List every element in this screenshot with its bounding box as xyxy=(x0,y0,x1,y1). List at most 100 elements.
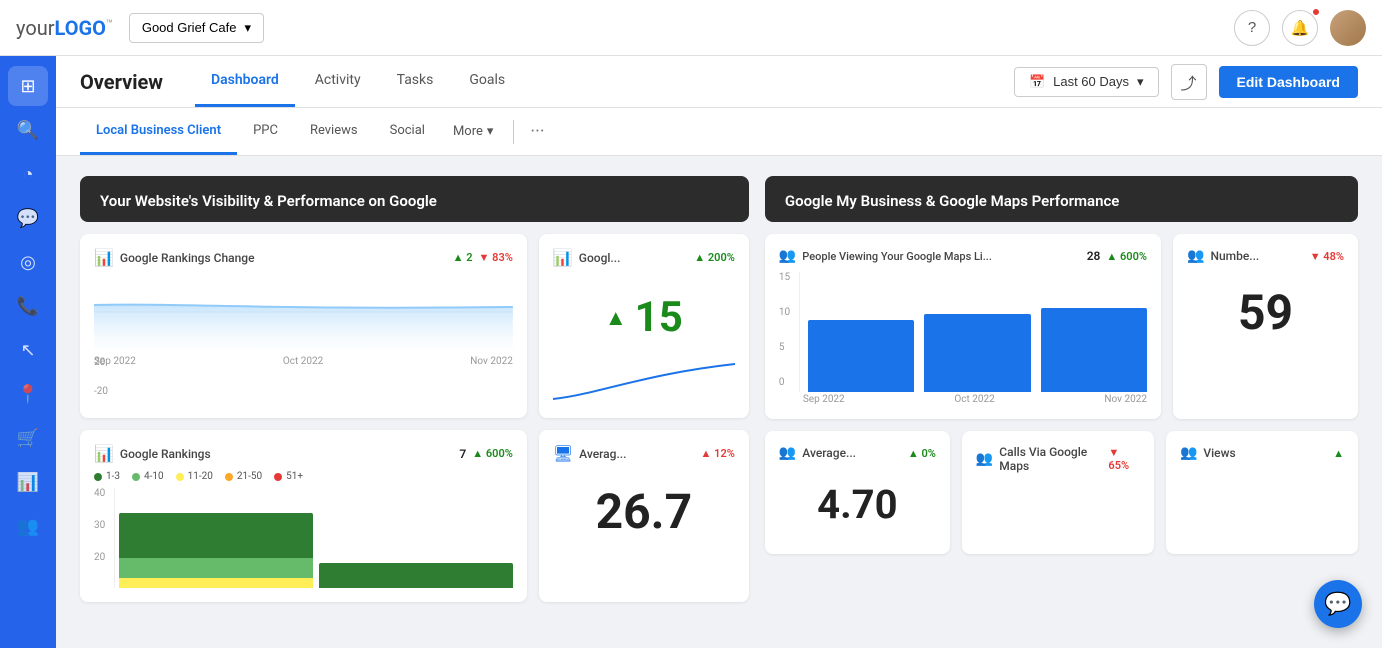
tert-tab-ppc[interactable]: PPC xyxy=(237,108,294,155)
up-arrow-icon: ▲ xyxy=(605,305,627,331)
card-header-pv: 👥 People Viewing Your Google Maps Li... … xyxy=(779,248,1147,264)
left-section-header: Your Website's Visibility & Performance … xyxy=(80,176,749,222)
bar-dark-green xyxy=(119,513,313,558)
share-button[interactable]: ⤴ xyxy=(1171,64,1207,100)
sidebar-item-cursor[interactable]: ↖ xyxy=(8,330,48,370)
card-title-row-calls: 👥 Calls Via Google Maps xyxy=(976,445,1109,473)
edit-dashboard-button[interactable]: Edit Dashboard xyxy=(1219,66,1358,98)
pv-number: 28 xyxy=(1087,249,1101,263)
secondary-nav-tabs: Dashboard Activity Tasks Goals xyxy=(195,56,1014,107)
tert-tab-reviews[interactable]: Reviews xyxy=(294,108,374,155)
date-filter-arrow: ▾ xyxy=(1137,74,1144,90)
sidebar-item-chart[interactable]: ◔ xyxy=(8,154,48,194)
more-arrow-icon: ▾ xyxy=(487,124,494,139)
card-header-2: 📊 Googl... ▲ 200% xyxy=(553,248,735,267)
card-title-row-avg: 👥 Average... xyxy=(779,445,856,461)
tab-dashboard[interactable]: Dashboard xyxy=(195,56,295,107)
badge-up-3: ▲ 600% xyxy=(472,447,513,460)
business-dropdown[interactable]: Good Grief Cafe ▾ xyxy=(129,13,264,43)
tert-tab-local[interactable]: Local Business Client xyxy=(80,108,237,155)
line-chart: Sep 2022 Oct 2022 Nov 2022 xyxy=(94,275,513,355)
nav-icons: ? 🔔 xyxy=(1234,10,1366,46)
date-filter-label: Last 60 Days xyxy=(1053,74,1129,89)
people-icon-5: 👥 xyxy=(1180,445,1197,461)
sidebar-item-cart[interactable]: 🛒 xyxy=(8,418,48,458)
card-header: 📊 Google Rankings Change ▲ 2 ▼ 83% xyxy=(94,248,513,267)
sidebar-item-location[interactable]: 📍 xyxy=(8,374,48,414)
sidebar: ⊞ 🔍 ◔ 💬 ◎ 📞 ↖ 📍 🛒 📊 👥 xyxy=(0,56,56,648)
secondary-nav-right: 📅 Last 60 Days ▾ ⤴ Edit Dashboard xyxy=(1014,64,1358,100)
legend-dot-51plus xyxy=(274,473,282,481)
line-chart-simple xyxy=(553,354,735,404)
top-nav: yourLOGO™ Good Grief Cafe ▾ ? 🔔 xyxy=(0,0,1382,56)
legend-dot-21-50 xyxy=(225,473,233,481)
card-calls: 👥 Calls Via Google Maps ▼ 65% xyxy=(962,431,1154,554)
right-top-row: 👥 People Viewing Your Google Maps Li... … xyxy=(765,234,1358,419)
bar-chart-icon-2: 📊 xyxy=(553,248,573,267)
tab-goals[interactable]: Goals xyxy=(453,56,521,107)
bar-chart-container: 40 30 20 xyxy=(94,488,513,588)
chat-bubble-button[interactable]: 💬 xyxy=(1314,580,1362,628)
card-views: 👥 Views ▲ xyxy=(1166,431,1358,554)
people-icon-4: 👥 xyxy=(976,451,993,467)
card-title-row-2: 📊 Googl... xyxy=(553,248,621,267)
card-google-2: 📊 Googl... ▲ 200% ▲ 15 xyxy=(539,234,749,418)
badge-up: ▲ 2 xyxy=(453,251,473,264)
card-average-right: 👥 Average... ▲ 0% 4.70 xyxy=(765,431,950,554)
notifications-wrapper: 🔔 xyxy=(1282,10,1318,46)
badges-row: ▲ 2 ▼ 83% xyxy=(453,251,513,264)
card-title-row: 📊 Google Rankings Change xyxy=(94,248,255,267)
sidebar-item-phone[interactable]: 📞 xyxy=(8,286,48,326)
card-value: 15 xyxy=(635,285,683,350)
big-number-value: 26.7 xyxy=(553,471,735,552)
bar-group-2 xyxy=(319,488,513,588)
legend-1-3: 1-3 xyxy=(94,471,120,482)
tab-activity[interactable]: Activity xyxy=(299,56,377,107)
legend-11-20: 11-20 xyxy=(176,471,213,482)
secondary-nav: Overview Dashboard Activity Tasks Goals … xyxy=(56,56,1382,108)
left-section-cards: 📊 Google Rankings Change ▲ 2 ▼ 83% xyxy=(80,234,749,602)
share-icon: ⤴ xyxy=(1181,70,1197,94)
badges-row-3: 7 ▲ 600% xyxy=(459,447,512,461)
sidebar-item-comment[interactable]: 💬 xyxy=(8,198,48,238)
legend-dot-11-20 xyxy=(176,473,184,481)
bell-icon: 🔔 xyxy=(1291,19,1310,37)
blue-bar-3 xyxy=(1041,308,1147,392)
sidebar-item-target[interactable]: ◎ xyxy=(8,242,48,282)
tert-tab-social[interactable]: Social xyxy=(374,108,441,155)
tab-tasks[interactable]: Tasks xyxy=(381,56,450,107)
badge-up-views: ▲ xyxy=(1333,447,1344,460)
people-icon-3: 👥 xyxy=(779,445,796,461)
bar-chart-icon: 📊 xyxy=(94,248,114,267)
left-bottom-row: 📊 Google Rankings 7 ▲ 600% xyxy=(80,430,749,602)
business-name: Good Grief Cafe xyxy=(142,20,237,35)
date-filter-button[interactable]: 📅 Last 60 Days ▾ xyxy=(1014,67,1159,97)
sidebar-item-users[interactable]: 👥 xyxy=(8,506,48,546)
y-axis-hint2: -20 xyxy=(94,386,513,397)
sections-row: Your Website's Visibility & Performance … xyxy=(80,176,1358,602)
left-top-row: 📊 Google Rankings Change ▲ 2 ▼ 83% xyxy=(80,234,749,418)
bars xyxy=(114,488,513,588)
logo: yourLOGO™ xyxy=(16,16,113,40)
sidebar-item-analytics[interactable]: 📊 xyxy=(8,462,48,502)
tert-dots-button[interactable]: ··· xyxy=(522,121,552,142)
value-470: 4.70 xyxy=(779,469,936,540)
gmb-bar-chart: 15 10 5 0 xyxy=(779,272,1147,392)
people-icon: 👥 xyxy=(779,248,796,264)
sidebar-item-grid[interactable]: ⊞ xyxy=(8,66,48,106)
value-59: 59 xyxy=(1187,272,1344,353)
card-title-row-59: 👥 Numbe... xyxy=(1187,248,1259,264)
legend-dot-4-10 xyxy=(132,473,140,481)
bar-chart-icon-3: 📊 xyxy=(94,444,114,463)
help-button[interactable]: ? xyxy=(1234,10,1270,46)
tert-tab-more[interactable]: More ▾ xyxy=(441,124,505,139)
card-header-3: 📊 Google Rankings 7 ▲ 600% xyxy=(94,444,513,463)
chat-icon: 💬 xyxy=(1324,592,1351,617)
user-avatar[interactable] xyxy=(1330,10,1366,46)
sidebar-item-search[interactable]: 🔍 xyxy=(8,110,48,150)
legend-4-10: 4-10 xyxy=(132,471,164,482)
card-header-4: 🖥 Averag... ▲ 12% xyxy=(553,444,735,463)
avatar-image xyxy=(1330,10,1366,46)
card-google-rankings-change: 📊 Google Rankings Change ▲ 2 ▼ 83% xyxy=(80,234,527,418)
legend-21-50: 21-50 xyxy=(225,471,262,482)
